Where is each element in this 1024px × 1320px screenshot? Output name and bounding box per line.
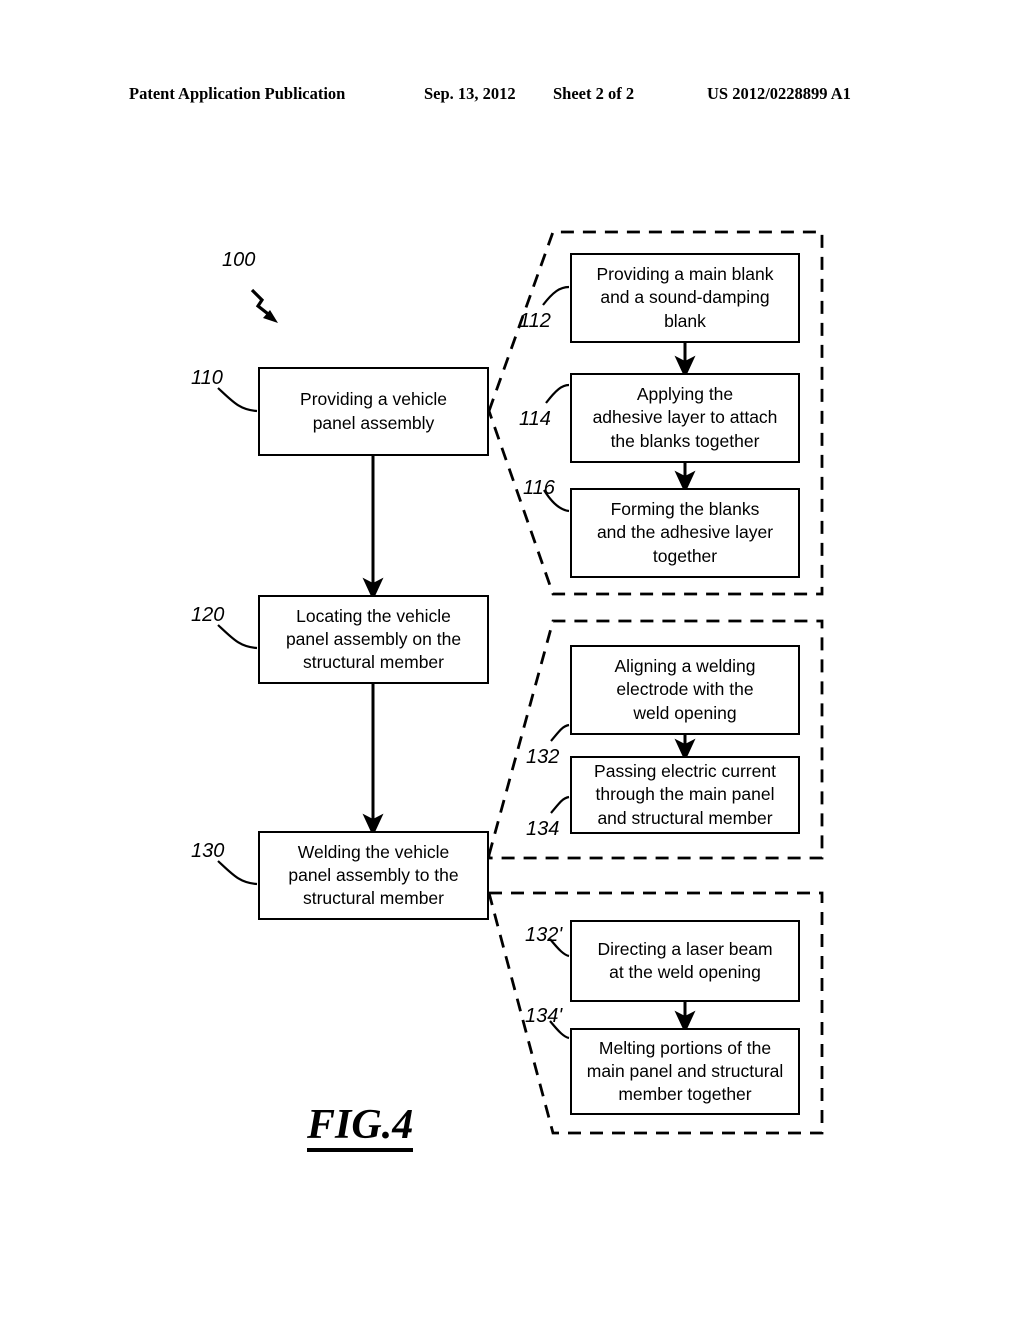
flow-step-box-132-prime: Directing a laser beam at the weld openi…: [570, 920, 800, 1002]
flow-step-label-120: Locating the vehicle panel assembly on t…: [285, 605, 462, 673]
flow-step-label-132: Aligning a welding electrode with the we…: [614, 656, 756, 723]
leader-line-134: [550, 795, 570, 814]
overall-reference-arrow: [250, 288, 278, 323]
reference-numeral-134: 134: [526, 818, 560, 840]
flow-step-box-130: Welding the vehicle panel assembly to th…: [258, 831, 489, 920]
flow-step-box-120: Locating the vehicle panel assembly on t…: [258, 595, 489, 684]
reference-numeral-120: 120: [191, 604, 225, 626]
leader-line-130: [217, 860, 258, 886]
flow-step-box-112: Providing a main blank and a sound-dampi…: [570, 253, 800, 343]
flow-step-label-116: Forming the blanks and the adhesive laye…: [596, 499, 774, 566]
reference-numeral-132-prime: 132': [525, 924, 563, 946]
leader-line-114: [545, 383, 570, 404]
flow-step-label-130: Welding the vehicle panel assembly to th…: [288, 841, 459, 909]
flow-step-box-134: Passing electric current through the mai…: [570, 756, 800, 834]
flow-step-label-134-prime: Melting portions of the main panel and s…: [586, 1037, 784, 1105]
leader-line-112: [542, 285, 570, 306]
reference-numeral-132: 132: [526, 746, 560, 768]
figure-4-flowchart: 100 110 120 130 112 114 116 132 134 132'…: [0, 0, 1024, 1320]
flow-step-box-114: Applying the adhesive layer to attach th…: [570, 373, 800, 463]
flow-step-label-132-prime: Directing a laser beam at the weld openi…: [597, 938, 773, 982]
reference-numeral-110: 110: [191, 367, 223, 389]
flow-step-box-110: Providing a vehicle panel assembly: [258, 367, 489, 456]
reference-numeral-134-prime: 134': [525, 1005, 563, 1027]
flow-step-label-110: Providing a vehicle panel assembly: [300, 389, 447, 433]
reference-numeral-130: 130: [191, 840, 225, 862]
flow-step-box-134-prime: Melting portions of the main panel and s…: [570, 1028, 800, 1115]
reference-numeral-112: 112: [519, 310, 551, 332]
flowchart-connectors-layer: [217, 230, 824, 1135]
flow-step-label-114: Applying the adhesive layer to attach th…: [592, 384, 778, 451]
reference-numeral-116: 116: [523, 477, 555, 499]
flow-step-box-132: Aligning a welding electrode with the we…: [570, 645, 800, 735]
flow-step-label-134: Passing electric current through the mai…: [594, 761, 776, 828]
leader-line-120: [217, 624, 258, 650]
leader-line-110: [217, 387, 258, 413]
reference-numeral-100: 100: [222, 249, 256, 271]
figure-caption: FIG.4: [307, 1103, 414, 1153]
leader-line-132: [550, 723, 570, 742]
reference-numeral-114: 114: [519, 408, 551, 430]
flow-step-box-116: Forming the blanks and the adhesive laye…: [570, 488, 800, 578]
flow-step-label-112: Providing a main blank and a sound-dampi…: [596, 264, 774, 331]
